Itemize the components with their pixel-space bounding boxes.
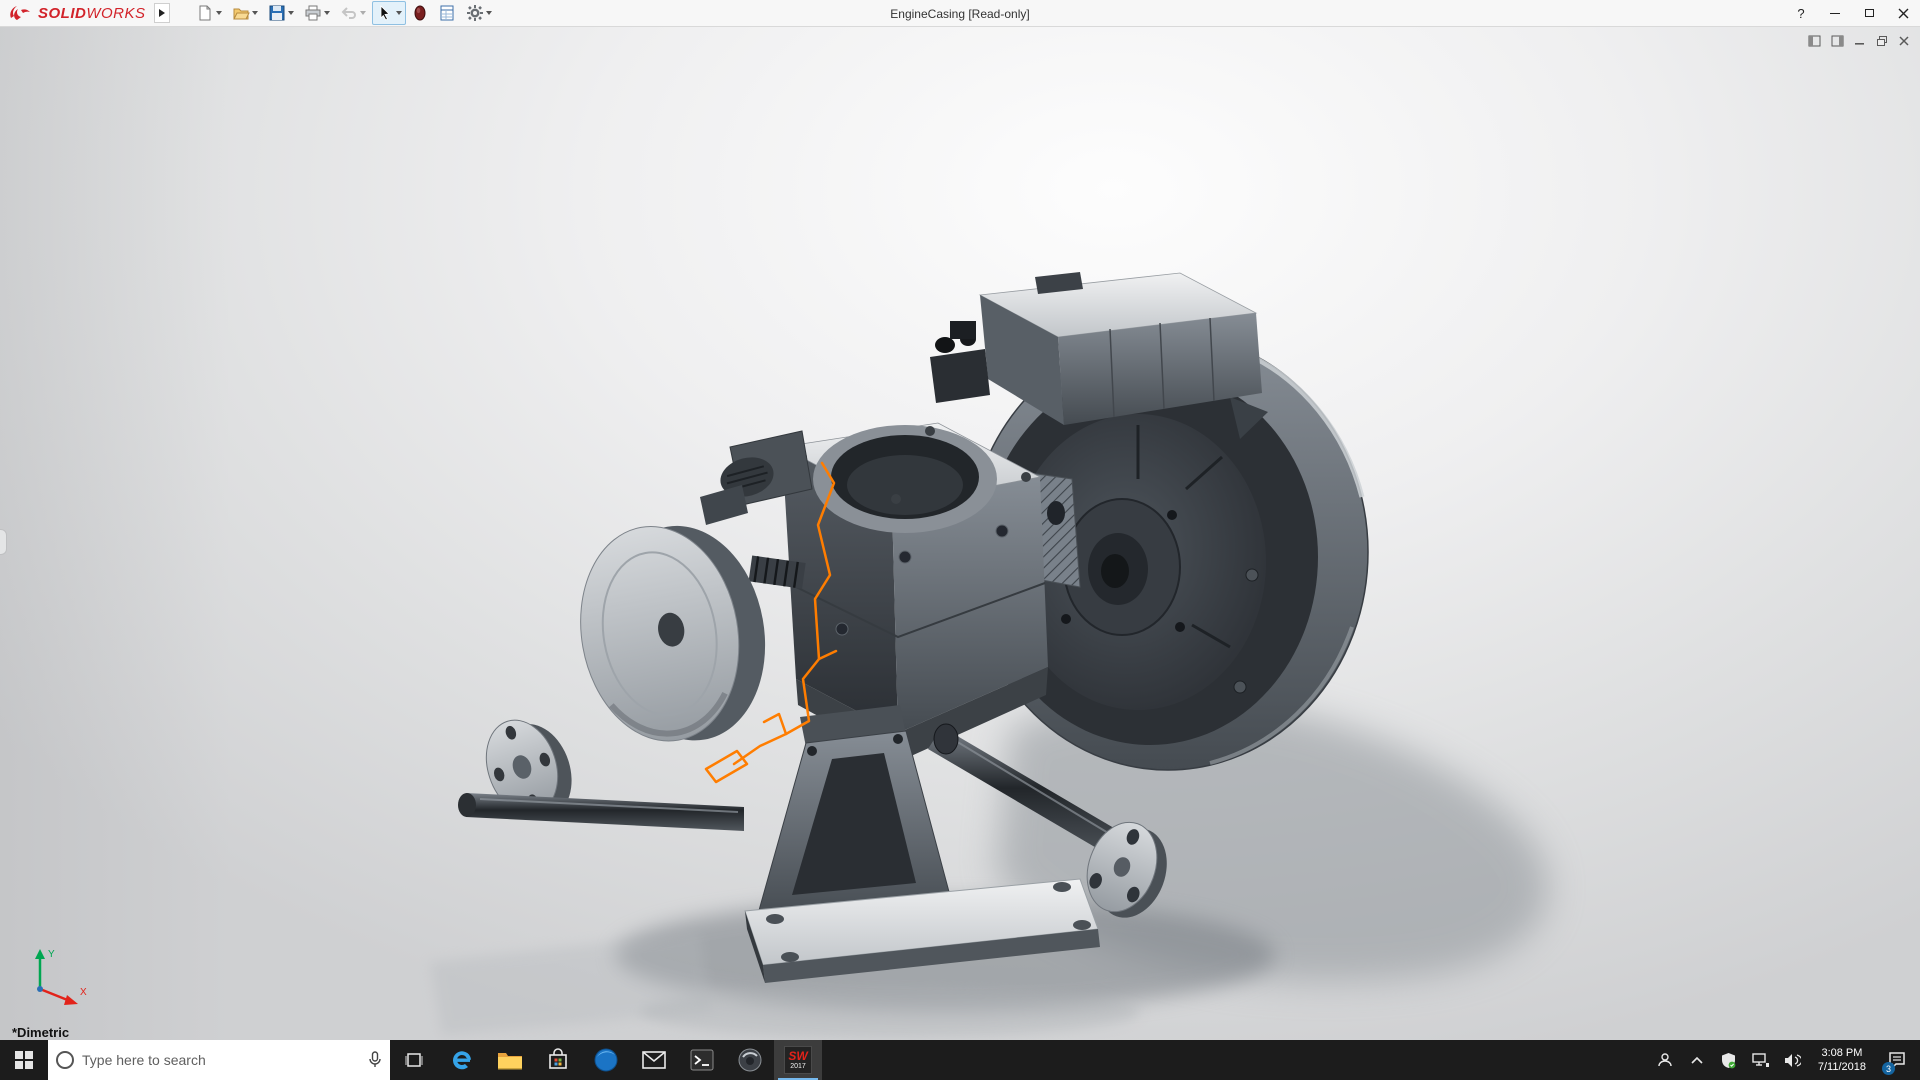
doc-pane-icon[interactable]: [1808, 35, 1821, 47]
maximize-button[interactable]: [1852, 0, 1886, 26]
flyout-arrow-icon: [158, 9, 165, 17]
tray-people-icon[interactable]: [1654, 1040, 1676, 1080]
brand-works: WORKS: [86, 4, 146, 22]
taskbar-search[interactable]: [48, 1040, 390, 1080]
open-caret-icon: [251, 11, 258, 15]
system-tray: 3:08 PM 7/11/2018 3: [1654, 1040, 1920, 1080]
print-button[interactable]: [300, 1, 334, 25]
save-icon: [269, 5, 285, 21]
task-view-button[interactable]: [390, 1040, 438, 1080]
cortana-icon: [56, 1051, 74, 1069]
volume-icon[interactable]: [1782, 1040, 1804, 1080]
brand-text: SOLIDWORKS: [38, 5, 146, 22]
toolbar-expand-button[interactable]: [153, 3, 170, 23]
search-input[interactable]: [82, 1052, 360, 1068]
undo-button[interactable]: [336, 1, 370, 25]
graphics-area[interactable]: Y X *Dimetric: [0, 27, 1920, 1040]
doc-pane-right-icon[interactable]: [1831, 35, 1844, 47]
save-caret-icon: [287, 11, 294, 15]
file-explorer-icon: [498, 1053, 522, 1070]
dark-round-app-icon: [738, 1048, 762, 1072]
file-properties-icon: [440, 5, 454, 21]
doc-minimize-icon[interactable]: [1854, 35, 1866, 47]
blue-globe-app-icon: [594, 1048, 618, 1072]
window-controls: ?: [1784, 0, 1920, 26]
triad-x-label: X: [80, 987, 87, 998]
microphone-icon[interactable]: [368, 1051, 382, 1069]
document-window-controls: [1808, 35, 1910, 47]
taskbar-app-terminal[interactable]: [678, 1040, 726, 1080]
minimize-button[interactable]: [1818, 0, 1852, 26]
close-button[interactable]: [1886, 0, 1920, 26]
starter-pulley-disc[interactable]: [564, 509, 781, 757]
doc-close-icon[interactable]: [1898, 35, 1910, 47]
start-button[interactable]: [0, 1040, 48, 1080]
taskbar-app-mail[interactable]: [630, 1040, 678, 1080]
select-cursor-icon: [380, 5, 390, 21]
store-icon: [549, 1048, 567, 1069]
brand: SOLIDWORKS: [0, 3, 170, 23]
undo-icon: [341, 7, 356, 19]
doc-restore-icon[interactable]: [1876, 35, 1888, 47]
clock[interactable]: 3:08 PM 7/11/2018: [1814, 1046, 1870, 1074]
options-caret-icon: [485, 11, 492, 15]
taskbar-app-blue-globe[interactable]: [582, 1040, 630, 1080]
taskbar-app-file-explorer[interactable]: [486, 1040, 534, 1080]
reference-triad: Y X: [22, 945, 92, 1012]
select-caret-icon: [395, 11, 402, 15]
engine-casing-model[interactable]: [0, 27, 1920, 1040]
windows-taskbar: SW 2017 3:08 PM 7/11/2018: [0, 1040, 1920, 1080]
taskbar-app-dark-round[interactable]: [726, 1040, 774, 1080]
clock-time: 3:08 PM: [1821, 1047, 1863, 1059]
new-document-icon: [199, 5, 211, 21]
taskbar-app-edge[interactable]: [438, 1040, 486, 1080]
print-icon: [305, 5, 321, 21]
action-center-button[interactable]: 3: [1880, 1040, 1914, 1080]
macro-button[interactable]: [408, 1, 432, 25]
windows-logo-icon: [15, 1051, 33, 1069]
new-document-caret-icon: [215, 11, 222, 15]
crankcase-block[interactable]: [780, 422, 1065, 761]
close-icon: [1898, 8, 1908, 18]
task-view-icon: [405, 1053, 423, 1067]
minimize-icon: [1830, 12, 1840, 14]
select-tool-button[interactable]: [371, 1, 406, 25]
undo-caret-icon: [359, 11, 366, 15]
clock-date: 7/11/2018: [1817, 1061, 1866, 1073]
mail-icon: [642, 1051, 666, 1069]
solidworks-app-icon: SW 2017: [784, 1046, 812, 1074]
options-gear-icon: [466, 5, 483, 21]
save-button[interactable]: [264, 1, 298, 25]
edge-icon: [453, 1051, 471, 1070]
notification-badge: 3: [1882, 1062, 1895, 1075]
solidworks-window: SOLIDWORKS EngineCasing [Read-only] ? Y …: [0, 0, 1920, 1080]
new-document-button[interactable]: [192, 1, 226, 25]
taskbar-app-store[interactable]: [534, 1040, 582, 1080]
view-orientation-label: *Dimetric: [12, 1025, 70, 1040]
open-button[interactable]: [228, 1, 262, 25]
open-folder-icon: [232, 8, 250, 20]
titlebar: SOLIDWORKS EngineCasing [Read-only] ?: [0, 0, 1920, 27]
maximize-icon: [1864, 9, 1874, 17]
taskbar-app-solidworks[interactable]: SW 2017: [774, 1040, 822, 1080]
network-icon[interactable]: [1750, 1040, 1772, 1080]
hidden-icons-chevron-icon[interactable]: [1686, 1040, 1708, 1080]
macro-icon: [414, 5, 426, 21]
cast-shadow: [430, 699, 1549, 1038]
file-properties-button[interactable]: [434, 1, 460, 25]
options-button[interactable]: [462, 1, 496, 25]
help-button[interactable]: ?: [1784, 0, 1818, 26]
brand-solid: SOLID: [38, 4, 87, 22]
security-shield-icon[interactable]: [1718, 1040, 1740, 1080]
solidworks-logo-icon: [10, 6, 30, 20]
terminal-icon: [690, 1049, 714, 1071]
triad-y-label: Y: [48, 949, 55, 960]
quick-access-toolbar: [192, 1, 496, 25]
print-caret-icon: [323, 11, 330, 15]
